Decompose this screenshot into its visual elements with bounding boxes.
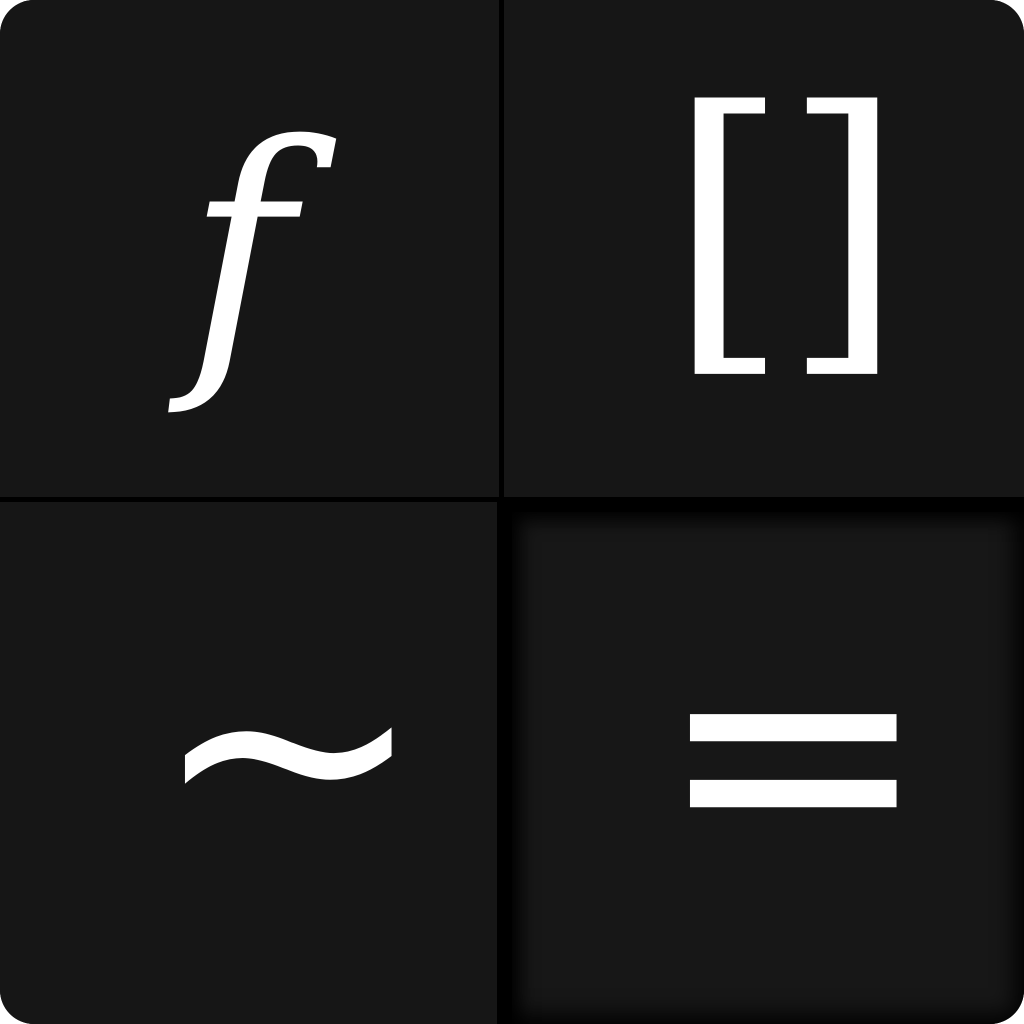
tilde-icon: ~ <box>150 553 427 937</box>
function-icon: f <box>186 84 294 421</box>
brackets-icon: [] <box>668 46 904 407</box>
equals-icon: = <box>655 558 932 942</box>
app-icon[interactable]: f [] ~ = <box>0 0 1024 1024</box>
